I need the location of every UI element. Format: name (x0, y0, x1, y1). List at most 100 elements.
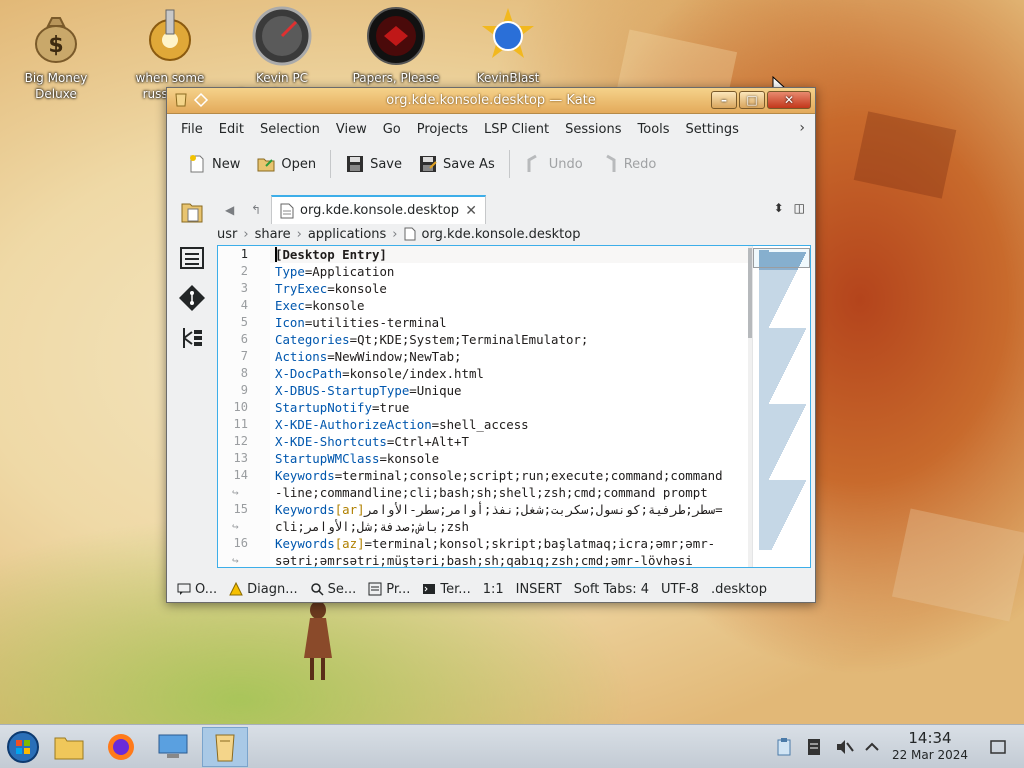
taskbar-file-manager[interactable] (46, 727, 92, 767)
next-tab-arrow-icon[interactable]: ↰ (251, 203, 261, 217)
menu-go[interactable]: Go (375, 122, 409, 137)
file-type[interactable]: .desktop (711, 582, 767, 597)
breadcrumb-item[interactable]: usr (217, 227, 237, 242)
code-line[interactable]: 10 StartupNotify=true (218, 399, 748, 416)
menu-view[interactable]: View (328, 122, 375, 137)
cursor-position[interactable]: 1:1 (483, 582, 504, 597)
code-line[interactable]: 6 Categories=Qt;KDE;System;TerminalEmulat… (218, 331, 748, 348)
indentation-setting[interactable]: Soft Tabs: 4 (574, 582, 649, 597)
desktop-icon-kevinblast[interactable]: KevinBlast (458, 6, 558, 86)
menu-sessions[interactable]: Sessions (557, 122, 629, 137)
line-number: 5 (240, 315, 248, 329)
previous-tab-arrow-icon[interactable]: ◀ (225, 203, 234, 217)
code-line[interactable]: 1 [Desktop Entry] (218, 246, 748, 263)
menu-projects[interactable]: Projects (409, 122, 476, 137)
code-line[interactable]: 8 X-DocPath=konsole/index.html (218, 365, 748, 382)
window-titlebar[interactable]: org.kde.konsole.desktop — Kate – □ ✕ (167, 88, 815, 114)
save-as-button[interactable]: Save As (412, 149, 501, 179)
file-icon (404, 227, 415, 241)
documents-panel-icon[interactable] (178, 198, 206, 226)
build-output-icon[interactable] (178, 324, 206, 352)
breadcrumb-item[interactable]: applications (308, 227, 386, 242)
tab-org-kde-konsole-desktop[interactable]: org.kde.konsole.desktop ✕ (271, 195, 486, 224)
menu-edit[interactable]: Edit (211, 122, 252, 137)
entry-value: =Application (304, 264, 395, 279)
menubar: File Edit Selection View Go Projects LSP… (167, 114, 815, 144)
line-number: 8 (240, 366, 248, 380)
line-content: [Desktop Entry] (275, 246, 387, 263)
output-label: O... (195, 581, 218, 597)
menu-overflow-chevron-icon[interactable]: › (799, 120, 805, 136)
wallpaper-patch (891, 508, 1024, 622)
entry-value: cli;باش;صدفة;شل;الأوامر;zsh (275, 519, 469, 534)
entry-value: =true (371, 400, 410, 415)
breadcrumb-item[interactable]: share (255, 227, 291, 242)
projects-toolview-button[interactable]: Pr... (368, 582, 410, 597)
undo-button[interactable]: Undo (518, 149, 589, 179)
show-desktop-icon[interactable] (988, 737, 1008, 757)
clock-time: 14:34 (908, 729, 952, 747)
line-number: 7 (240, 349, 248, 363)
minimap-viewport[interactable] (753, 248, 810, 268)
taskbar-system-settings[interactable] (150, 727, 196, 767)
tab-close-icon[interactable]: ✕ (465, 203, 485, 219)
code-line[interactable]: 11 X-KDE-AuthorizeAction=shell_access (218, 416, 748, 433)
text-editor[interactable]: 1 [Desktop Entry] 2 Type=Application 3 TryExe… (217, 245, 811, 568)
open-button[interactable]: Open (250, 149, 322, 179)
code-line[interactable]: 12 X-KDE-Shortcuts=Ctrl+Alt+T (218, 433, 748, 450)
code-line[interactable]: 3 TryExec=konsole (218, 280, 748, 297)
output-toolview-button[interactable]: O... (177, 582, 217, 597)
diagnostics-toolview-button[interactable]: Diagn... (229, 582, 298, 597)
save-button[interactable]: Save (339, 149, 408, 179)
symbols-outline-icon[interactable] (178, 244, 206, 272)
terminal-toolview-button[interactable]: Ter... (422, 582, 471, 597)
papers-please-icon (367, 7, 425, 65)
input-mode[interactable]: INSERT (516, 582, 562, 597)
desktop-icon-papers-please[interactable]: Papers, Please (346, 6, 446, 86)
clock[interactable]: 14:34 22 Mar 2024 (890, 729, 970, 763)
maximize-button[interactable]: □ (739, 91, 765, 109)
minimap[interactable] (752, 246, 810, 567)
code-line[interactable]: ↪ sətri;əmrsətri;müştəri;bash;sh;qabıq;zs… (218, 552, 748, 567)
entry-value: [Desktop Entry] (275, 247, 387, 262)
code-line[interactable]: 7 Actions=NewWindow;NewTab; (218, 348, 748, 365)
code-line[interactable]: 15 Keywords[ar]=سطر;طرفية;كونسول;سكربت;شغ… (218, 501, 748, 518)
notes-tray-icon[interactable] (804, 737, 824, 757)
git-icon[interactable] (178, 284, 206, 312)
code-line[interactable]: 2 Type=Application (218, 263, 748, 280)
volume-muted-icon[interactable] (834, 737, 854, 757)
code-line[interactable]: 14 Keywords=terminal;console;script;run;e… (218, 467, 748, 484)
code-line[interactable]: 16 Keywords[az]=terminal;konsol;skript;ba… (218, 535, 748, 552)
save-as-button-label: Save As (443, 156, 495, 172)
redo-button[interactable]: Redo (593, 149, 663, 179)
breadcrumb-item[interactable]: org.kde.konsole.desktop (422, 227, 581, 242)
menu-selection[interactable]: Selection (252, 122, 328, 137)
code-line[interactable]: 5 Icon=utilities-terminal (218, 314, 748, 331)
encoding[interactable]: UTF-8 (661, 582, 699, 597)
taskbar-kate[interactable] (202, 727, 248, 767)
minimize-button[interactable]: – (711, 91, 737, 109)
code-line[interactable]: 13 StartupWMClass=konsole (218, 450, 748, 467)
new-button[interactable]: New (181, 149, 246, 179)
kate-window[interactable]: org.kde.konsole.desktop — Kate – □ ✕ Fil… (166, 87, 816, 603)
menu-file[interactable]: File (173, 122, 211, 137)
close-button[interactable]: ✕ (767, 91, 811, 109)
menu-tools[interactable]: Tools (630, 122, 678, 137)
menu-settings[interactable]: Settings (678, 122, 747, 137)
firefox-icon (108, 734, 134, 760)
entry-value: -line;commandline;cli;bash;sh;shell;zsh;… (275, 485, 708, 500)
code-line[interactable]: ↪ cli;باش;صدفة;شل;الأوامر;zsh (218, 518, 748, 535)
taskbar-firefox[interactable] (98, 727, 144, 767)
warning-icon (229, 582, 243, 596)
clipboard-tray-icon[interactable] (774, 737, 794, 757)
code-line[interactable]: 9 X-DBUS-StartupType=Unique (218, 382, 748, 399)
search-toolview-button[interactable]: Se... (310, 582, 356, 597)
menu-lsp-client[interactable]: LSP Client (476, 122, 557, 137)
code-line[interactable]: 4 Exec=konsole (218, 297, 748, 314)
code-line[interactable]: ↪ -line;commandline;cli;bash;sh;shell;zsh… (218, 484, 748, 501)
split-view-icon[interactable]: ◫ (794, 201, 805, 215)
tray-expand-chevron-icon[interactable] (862, 737, 882, 757)
quick-open-icon[interactable]: ⬍ (774, 201, 784, 215)
start-menu-button[interactable] (0, 727, 46, 767)
desktop-icon-big-money-deluxe[interactable]: $ Big Money Deluxe (6, 6, 106, 102)
